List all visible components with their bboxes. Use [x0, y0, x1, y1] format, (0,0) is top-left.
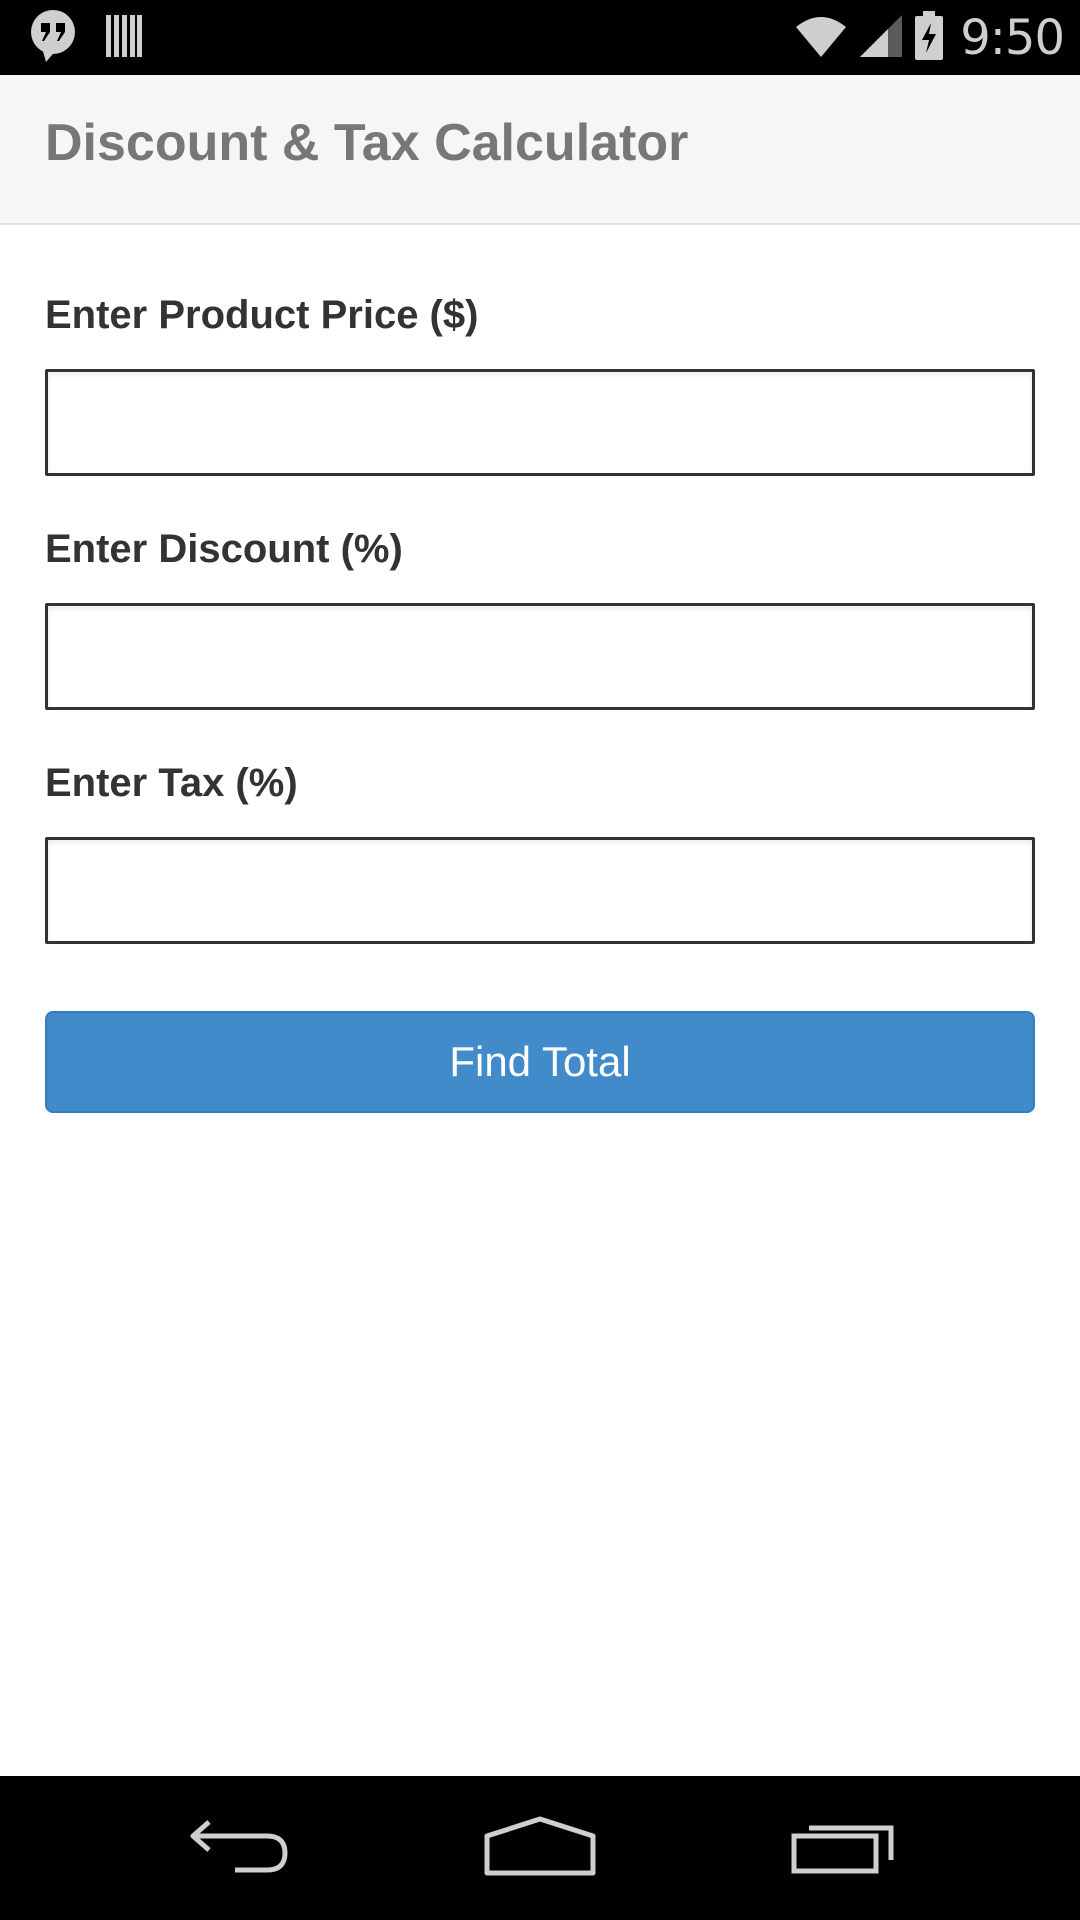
tax-label: Enter Tax (%)	[45, 761, 298, 805]
home-button[interactable]	[475, 1798, 605, 1898]
tax-input[interactable]	[45, 837, 1035, 944]
discount-label: Enter Discount (%)	[45, 527, 403, 571]
discount-input[interactable]	[45, 603, 1035, 710]
price-input[interactable]	[45, 369, 1035, 476]
find-total-button[interactable]: Find Total	[45, 1011, 1035, 1113]
barcode-icon	[104, 13, 144, 64]
home-icon	[484, 1816, 596, 1881]
notification-icons	[28, 8, 144, 68]
recents-button[interactable]	[778, 1798, 908, 1898]
recents-icon	[791, 1818, 895, 1879]
navigation-bar	[0, 1776, 1080, 1920]
page-title: Discount & Tax Calculator	[45, 114, 689, 172]
battery-charging-icon	[914, 10, 944, 66]
cell-signal-icon	[858, 13, 904, 64]
back-icon	[185, 1816, 295, 1881]
hangouts-icon	[28, 8, 78, 69]
wifi-icon	[794, 13, 848, 64]
back-button[interactable]	[175, 1798, 305, 1898]
status-clock: 9:50	[960, 10, 1065, 66]
status-bar: 9:50	[0, 0, 1080, 75]
system-status-icons: 9:50	[794, 8, 1065, 68]
app-header: Discount & Tax Calculator	[0, 75, 1080, 225]
price-label: Enter Product Price ($)	[45, 293, 479, 337]
